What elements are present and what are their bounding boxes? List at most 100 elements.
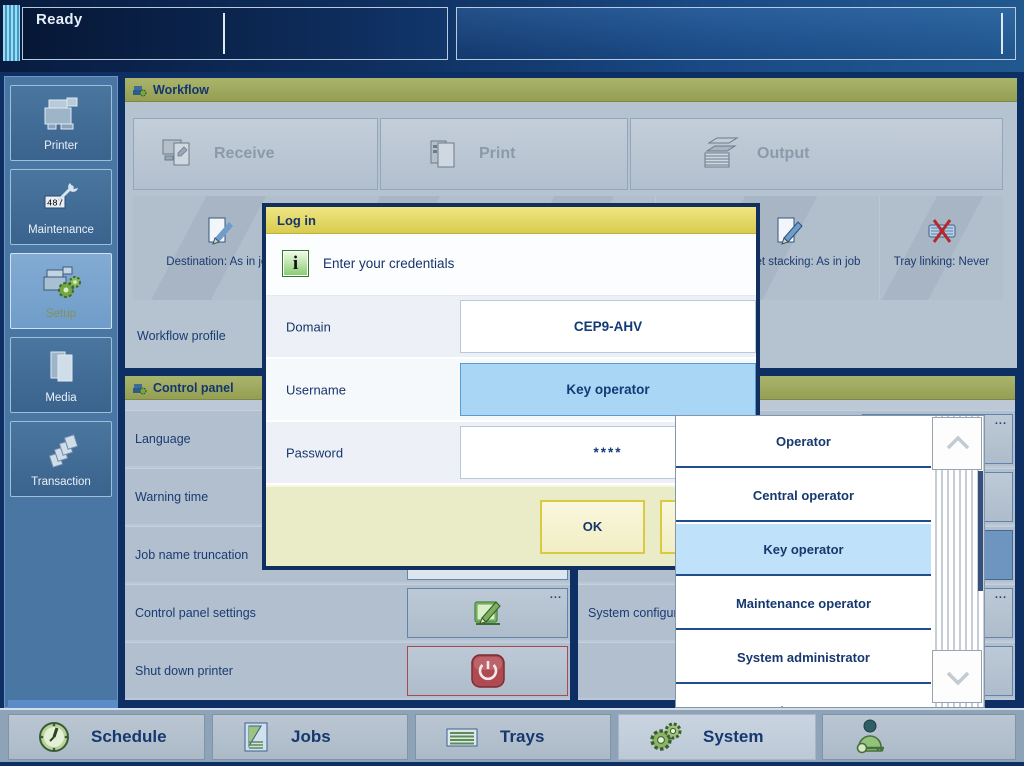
- warning-time-label: Warning time: [135, 490, 208, 504]
- nav-trays-button[interactable]: Trays: [415, 714, 611, 760]
- schedule-clock-icon: [37, 720, 71, 754]
- dropdown-option-service-operator[interactable]: Service operator: [676, 686, 931, 708]
- nav-trays-label: Trays: [500, 727, 544, 747]
- print-button-label: Print: [479, 145, 515, 163]
- sidebar-item-label: Maintenance: [28, 224, 94, 236]
- print-icon: [425, 135, 463, 173]
- scrollbar-thumb[interactable]: [978, 471, 983, 591]
- shut-down-printer-button[interactable]: [407, 646, 568, 696]
- status-divider: [223, 13, 225, 54]
- sidebar-item-media[interactable]: Media: [10, 337, 112, 413]
- sidebar-item-maintenance[interactable]: 487 Maintenance: [10, 169, 112, 245]
- sidebar-item-label: Media: [45, 392, 76, 404]
- login-dialog-titlebar: Log in: [266, 207, 756, 234]
- tray-crossed-icon: [925, 214, 959, 248]
- transaction-icon: [39, 432, 83, 470]
- bottom-navigation: Schedule Jobs Trays System: [0, 708, 1024, 762]
- login-dialog-info: i Enter your credentials: [266, 234, 756, 296]
- login-dialog-message: Enter your credentials: [323, 256, 454, 271]
- info-icon: i: [282, 250, 309, 277]
- print-button[interactable]: Print: [380, 118, 628, 190]
- output-button[interactable]: Output: [630, 118, 1003, 190]
- domain-field[interactable]: CEP9-AHV: [460, 300, 756, 353]
- maintenance-icon: 487: [39, 180, 83, 218]
- receive-button[interactable]: Receive: [133, 118, 378, 190]
- receive-icon: [160, 135, 198, 173]
- jobs-document-icon: [241, 720, 271, 754]
- edit-document-icon: [203, 214, 237, 248]
- scroll-up-button[interactable]: [932, 417, 982, 470]
- dropdown-option-central-operator[interactable]: Central operator: [676, 470, 931, 522]
- control-panel-icon: [132, 381, 147, 395]
- printer-icon: [39, 96, 83, 134]
- tray-linking-tile-label: Tray linking: Never: [894, 256, 989, 268]
- control-panel-settings-label: Control panel settings: [135, 606, 256, 620]
- shut-down-printer-row: Shut down printer: [125, 642, 570, 698]
- nav-system-button[interactable]: System: [618, 714, 816, 760]
- printer-status-box: [22, 7, 448, 60]
- username-field[interactable]: Key operator: [460, 363, 756, 416]
- top-status-bar: Ready: [0, 0, 1024, 72]
- printer-status-text: Ready: [36, 11, 83, 28]
- sidebar-bottom-cap: [8, 700, 118, 708]
- power-icon: [469, 653, 507, 689]
- scroll-down-button[interactable]: [932, 650, 982, 703]
- chevron-down-icon: [933, 651, 983, 703]
- control-panel-title: Control panel: [153, 381, 234, 395]
- job-status-box: [456, 7, 1016, 60]
- username-label: Username: [286, 382, 346, 397]
- chevron-up-icon: [933, 418, 983, 471]
- status-divider-right: [1001, 13, 1003, 54]
- domain-row: Domain CEP9-AHV: [266, 296, 756, 359]
- ok-button[interactable]: OK: [540, 500, 645, 554]
- trays-icon: [444, 723, 480, 751]
- sidebar-item-transaction[interactable]: Transaction: [10, 421, 112, 497]
- password-label: Password: [286, 445, 343, 460]
- user-key-icon: [851, 717, 891, 757]
- sidebar-item-label: Setup: [46, 308, 76, 320]
- media-icon: [39, 348, 83, 386]
- nav-schedule-label: Schedule: [91, 727, 167, 747]
- workflow-section-header: Workflow: [125, 78, 1017, 102]
- more-options-dots: ...: [995, 415, 1007, 427]
- workflow-section-icon: [132, 83, 147, 97]
- nav-system-label: System: [703, 727, 763, 747]
- sidebar-item-setup[interactable]: Setup: [10, 253, 112, 329]
- username-row: Username Key operator: [266, 359, 756, 422]
- more-options-dots: ...: [550, 589, 562, 601]
- sidebar-item-label: Printer: [44, 140, 78, 152]
- dropdown-option-system-administrator[interactable]: System administrator: [676, 632, 931, 684]
- system-gears-icon: [647, 719, 683, 755]
- workflow-profile-label: Workflow profile: [137, 329, 226, 343]
- dropdown-scrollbar[interactable]: [931, 416, 985, 708]
- tray-linking-tile[interactable]: Tray linking: Never: [879, 196, 1003, 300]
- job-name-truncation-label: Job name truncation: [135, 548, 248, 562]
- more-options-dots: ...: [995, 589, 1007, 601]
- shut-down-printer-label: Shut down printer: [135, 664, 233, 678]
- workflow-section-title: Workflow: [153, 83, 209, 97]
- sidebar-item-label: Transaction: [31, 476, 91, 488]
- nav-jobs-button[interactable]: Jobs: [212, 714, 408, 760]
- dropdown-option-key-operator[interactable]: Key operator: [676, 524, 931, 576]
- nav-schedule-button[interactable]: Schedule: [8, 714, 205, 760]
- receive-button-label: Receive: [214, 145, 275, 163]
- dropdown-option-maintenance-operator[interactable]: Maintenance operator: [676, 578, 931, 630]
- output-button-label: Output: [757, 145, 809, 163]
- control-panel-settings-row: Control panel settings ...: [125, 584, 570, 640]
- control-panel-settings-button[interactable]: ...: [407, 588, 568, 638]
- sidebar: Printer 487 Maintenance Setup Media: [4, 76, 118, 708]
- language-label: Language: [135, 432, 191, 446]
- nav-login-button[interactable]: [822, 714, 1016, 760]
- brand-stripes: [3, 5, 20, 61]
- setup-icon: [39, 264, 83, 302]
- username-dropdown-list: Operator Central operator Key operator M…: [675, 415, 985, 708]
- nav-jobs-label: Jobs: [291, 727, 331, 747]
- dropdown-option-operator[interactable]: Operator: [676, 416, 931, 468]
- destination-tile-label: Destination: As in job: [166, 256, 273, 268]
- edit-settings-icon: [472, 598, 504, 628]
- login-dialog-title: Log in: [277, 213, 316, 228]
- output-icon: [697, 135, 741, 173]
- edit-document-icon: [772, 214, 806, 248]
- domain-label: Domain: [286, 319, 331, 334]
- sidebar-item-printer[interactable]: Printer: [10, 85, 112, 161]
